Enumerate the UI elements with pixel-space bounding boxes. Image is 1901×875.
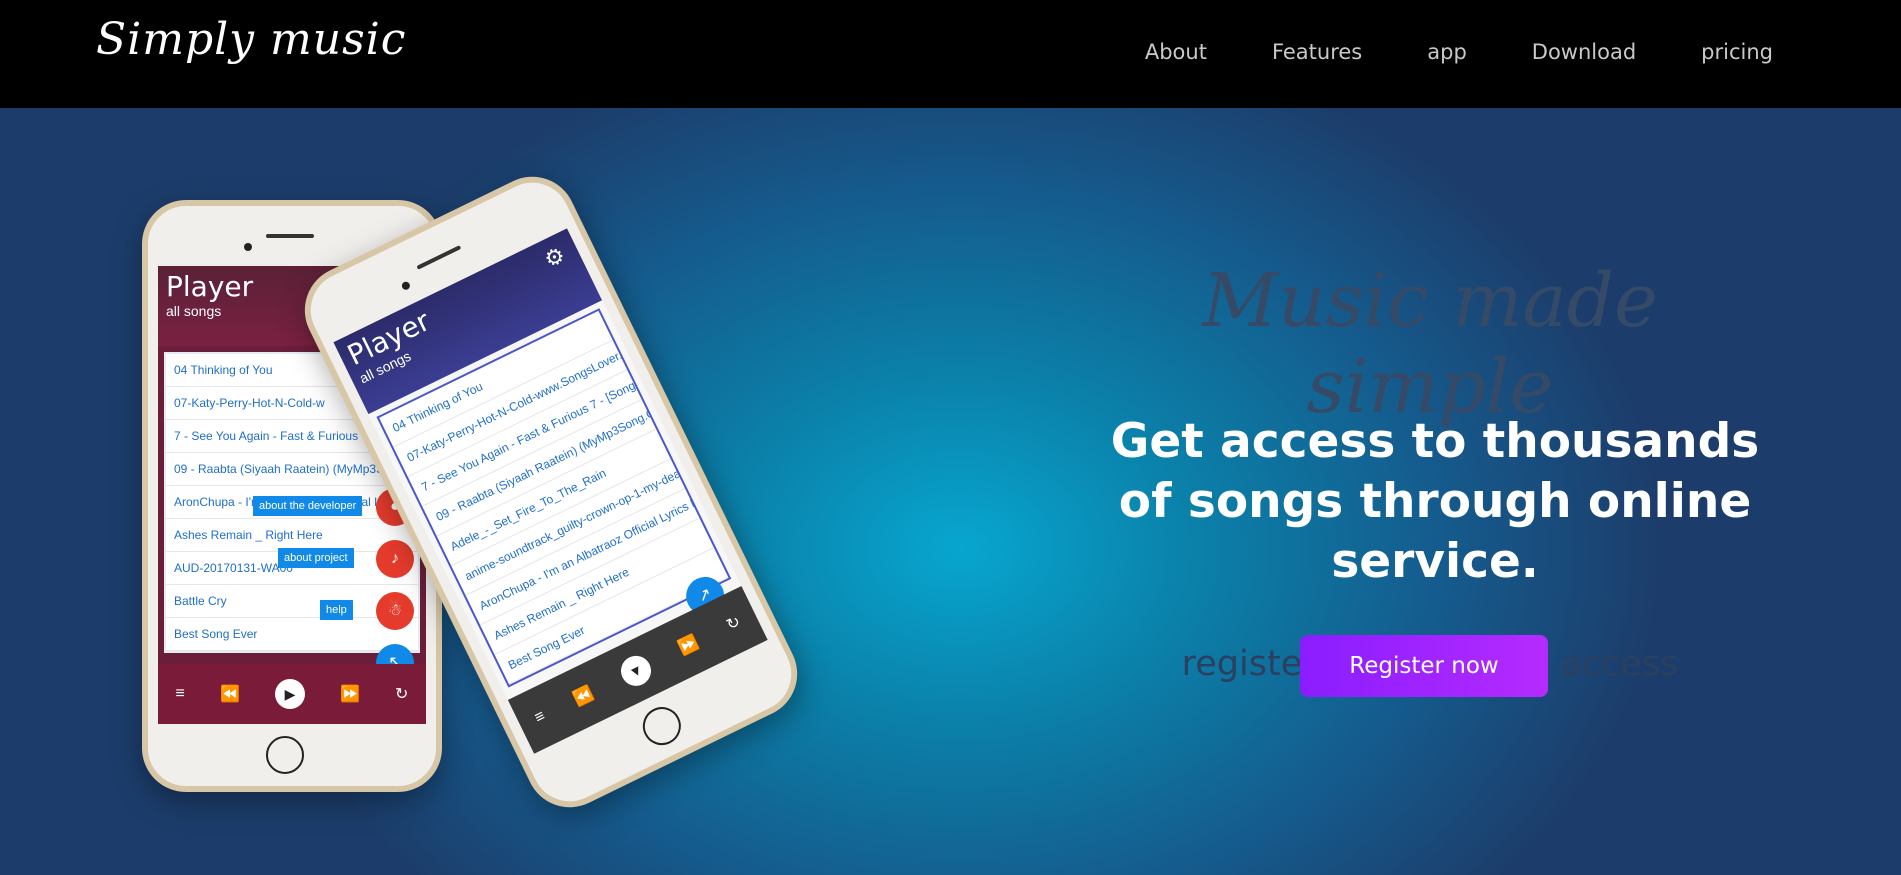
- rewind-icon[interactable]: ⏪: [570, 683, 597, 710]
- nav-features[interactable]: Features: [1272, 40, 1362, 64]
- repeat-icon[interactable]: ↻: [723, 611, 744, 635]
- home-button: [266, 736, 304, 774]
- tooltip-about-project: about project: [278, 548, 354, 568]
- accessibility-icon[interactable]: ☃: [376, 592, 414, 630]
- speaker-icon: [266, 234, 314, 238]
- queue-icon[interactable]: ≡: [176, 685, 185, 703]
- nav-pricing[interactable]: pricing: [1701, 40, 1773, 64]
- hero-section: Player all songs 04 Thinking of You 07-K…: [0, 108, 1901, 875]
- home-button: [636, 700, 688, 752]
- nav-download[interactable]: Download: [1532, 40, 1636, 64]
- camera-icon: [400, 280, 412, 292]
- music-note-icon[interactable]: ♪: [376, 540, 414, 578]
- queue-icon[interactable]: ≡: [532, 707, 548, 727]
- playback-controls: ≡ ⏪ ▶ ⏩ ↻: [158, 664, 426, 724]
- navbar: Simply music About Features app Download…: [0, 0, 1901, 108]
- play-icon[interactable]: ▼: [615, 650, 657, 691]
- repeat-icon[interactable]: ↻: [395, 684, 408, 704]
- hero-headline: Get access to thousands of songs through…: [1110, 414, 1760, 589]
- fast-forward-icon[interactable]: ⏩: [675, 632, 702, 659]
- rewind-icon[interactable]: ⏪: [220, 684, 240, 704]
- camera-icon: [244, 243, 252, 251]
- play-icon[interactable]: ▶: [274, 679, 305, 709]
- hero-tagline: Music made simple: [1202, 258, 1658, 430]
- nav-about[interactable]: About: [1145, 40, 1207, 64]
- register-button[interactable]: Register now: [1300, 635, 1548, 697]
- brand-logo[interactable]: Simply music: [96, 14, 406, 65]
- fast-forward-icon[interactable]: ⏩: [340, 684, 360, 704]
- speaker-icon: [416, 245, 462, 270]
- tooltip-help: help: [320, 600, 353, 620]
- tooltip-about-developer: about the developer: [253, 496, 363, 516]
- nav-app[interactable]: app: [1427, 40, 1467, 64]
- nav-links: About Features app Download pricing: [1080, 40, 1773, 64]
